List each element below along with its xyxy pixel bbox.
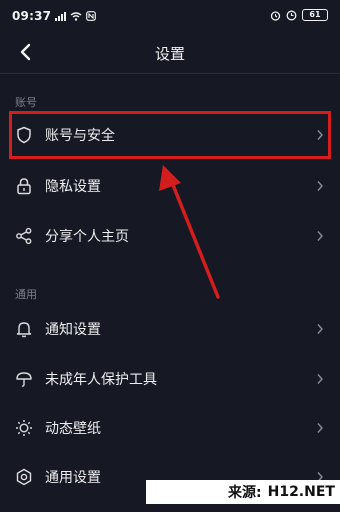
clock-time: 09:37 (12, 9, 52, 23)
chevron-right-icon (317, 324, 323, 334)
menu-item-minor-protection[interactable]: 未成年人保护工具 (0, 356, 340, 402)
menu-item-label: 动态壁纸 (45, 421, 101, 437)
menu-item-label: 通知设置 (45, 322, 101, 338)
alarm-icon (270, 10, 281, 21)
menu-item-privacy[interactable]: 隐私设置 (0, 163, 340, 209)
chevron-right-icon (317, 374, 323, 384)
menu-item-live-wallpaper[interactable]: 动态壁纸 (0, 405, 340, 451)
chevron-right-icon (317, 423, 323, 433)
watermark-prefix: 来源: (228, 485, 262, 501)
chevron-right-icon (317, 231, 323, 241)
menu-item-share-profile[interactable]: 分享个人主页 (0, 213, 340, 259)
status-bar: 09:37 61 (0, 0, 340, 34)
lock-icon (17, 178, 31, 195)
wifi-icon (70, 11, 82, 21)
sun-icon (16, 420, 32, 436)
header-divider (0, 73, 340, 74)
page-title: 设置 (154, 45, 185, 63)
menu-item-label: 未成年人保护工具 (45, 372, 157, 388)
section-label-account: 账号 (15, 96, 37, 109)
section-label-general: 通用 (15, 288, 37, 301)
bell-icon (16, 322, 32, 338)
menu-item-notifications[interactable]: 通知设置 (0, 306, 340, 352)
menu-item-label: 通用设置 (45, 470, 101, 486)
header-bar: 设置 (0, 34, 340, 70)
menu-item-label: 分享个人主页 (45, 229, 129, 245)
watermark-site: H12.NET (267, 484, 335, 500)
settings-icon (16, 468, 32, 486)
menu-item-label: 隐私设置 (45, 179, 101, 195)
chevron-right-icon (317, 181, 323, 191)
signal-icon (55, 11, 67, 21)
source-watermark: 来源: H12.NET (146, 480, 340, 504)
nfc-icon (86, 11, 97, 21)
umbrella-icon (16, 372, 32, 387)
share-icon (16, 227, 32, 245)
timer-icon (286, 10, 297, 20)
highlight-box (9, 111, 331, 159)
battery-indicator: 61 (302, 9, 328, 21)
